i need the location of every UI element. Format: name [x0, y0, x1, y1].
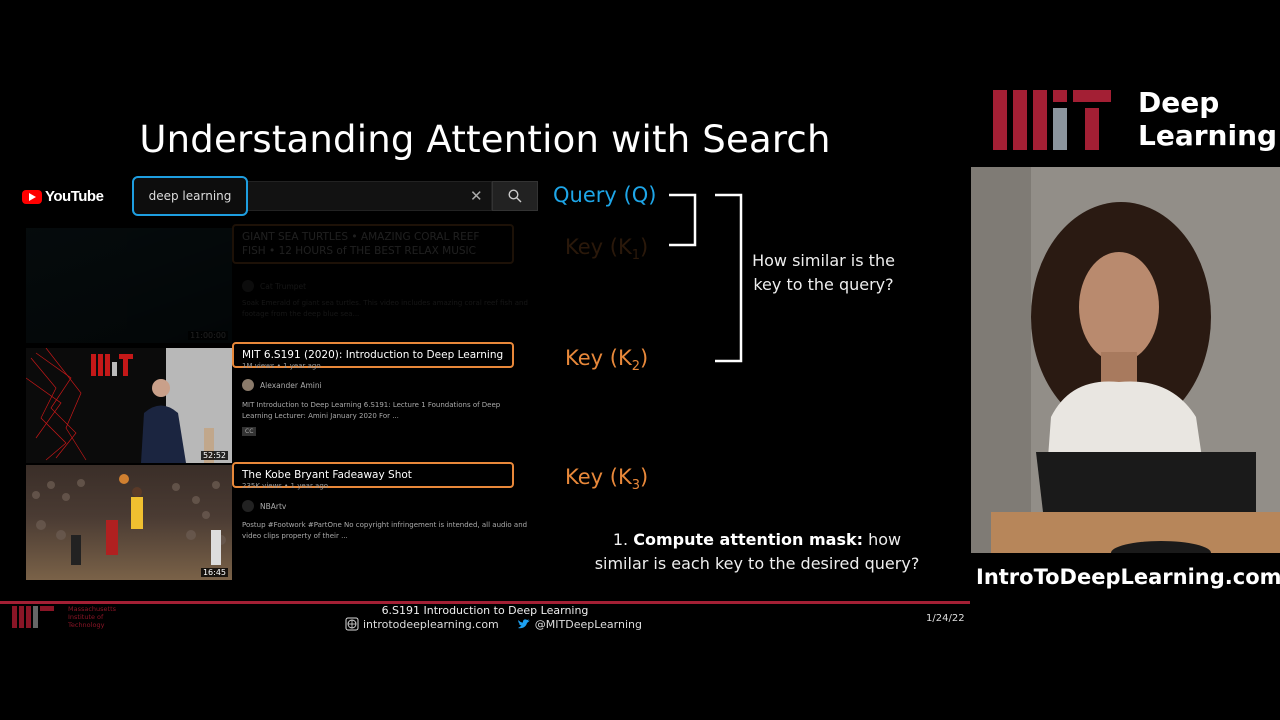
key-label-2-subscript: 2: [631, 359, 640, 375]
twitter-icon: [517, 619, 530, 629]
key-label-3-text: Key (K: [565, 465, 632, 489]
footer-links: introtodeeplearning.com @MITDeepLearning: [345, 617, 642, 631]
avatar: [242, 500, 254, 512]
search-result[interactable]: 16:45 The Kobe Bryant Fadeaway Shot 235K…: [26, 462, 527, 583]
query-label: Query (Q): [553, 183, 657, 207]
key-label-1-text: Key (K: [565, 235, 632, 259]
video-duration: 11:00:00: [188, 331, 228, 340]
site-url[interactable]: IntroToDeepLearning.com: [976, 565, 1280, 589]
channel-label: NBArtv: [260, 501, 287, 511]
compute-number: 1.: [612, 530, 634, 549]
key-label-1: Key (K1): [565, 235, 648, 263]
channel-name[interactable]: Cat Trumpet: [242, 280, 306, 292]
deep-learning-brand: Deep Learning: [1138, 86, 1277, 152]
key-label-1-subscript: 1: [631, 248, 640, 264]
compute-attention-note: 1. Compute attention mask: how similar i…: [592, 528, 922, 576]
channel-name[interactable]: Alexander Amini: [242, 379, 322, 391]
key-label-1-paren: ): [640, 235, 649, 259]
channel-label: Alexander Amini: [260, 380, 322, 390]
brand-line: Deep: [1138, 86, 1220, 119]
key-label-3-subscript: 3: [631, 478, 640, 494]
close-icon[interactable]: ✕: [470, 187, 483, 205]
video-description: Postup #Footwork #PartOne No copyright i…: [242, 521, 528, 540]
lecture-date: 1/24/22: [926, 613, 965, 624]
video-meta: 1M views • 1 year ago: [242, 362, 321, 370]
search-result[interactable]: 11:00:00 GIANT SEA TURTLES • AMAZING COR…: [26, 224, 528, 346]
brand-line: Learning: [1138, 119, 1278, 152]
institute-line: Technology: [68, 621, 105, 629]
youtube-logo[interactable]: YouTube: [22, 188, 104, 205]
slide: Understanding Attention with Search YouT…: [0, 88, 970, 633]
search-result[interactable]: 52:52 MIT 6.S191 (2020): Introduction to…: [26, 342, 526, 466]
video-meta: 235K views • 1 year ago: [242, 482, 329, 490]
key-label-3: Key (K3): [565, 465, 648, 493]
youtube-logo-text: YouTube: [45, 188, 104, 205]
video-thumbnail[interactable]: 11:00:00: [26, 228, 232, 343]
channel-name[interactable]: NBArtv: [242, 500, 286, 512]
bracket-connector: [669, 193, 743, 363]
twitter-handle[interactable]: @MITDeepLearning: [535, 618, 642, 631]
video-thumbnail[interactable]: 16:45: [26, 465, 232, 580]
similarity-note: How similar is the key to the query?: [752, 251, 895, 294]
avatar: [242, 280, 254, 292]
search-input[interactable]: deep learning: [132, 176, 248, 216]
video-duration: 52:52: [200, 451, 228, 460]
video-description: MIT Introduction to Deep Learning 6.S191…: [242, 401, 501, 420]
course-title: 6.S191 Introduction to Deep Learning: [381, 604, 589, 617]
channel-label: Cat Trumpet: [260, 281, 307, 291]
key-label-3-paren: ): [640, 465, 649, 489]
key-label-2-paren: ): [640, 346, 649, 370]
compute-bold: Compute attention mask:: [633, 530, 864, 549]
thumbnail-art: [32, 474, 226, 565]
video-duration: 16:45: [200, 568, 228, 577]
youtube-play-icon: [22, 189, 42, 204]
key-label-2: Key (K2): [565, 346, 648, 374]
avatar: [242, 379, 254, 391]
video-description: Soak Emerald of giant sea turtles. This …: [242, 299, 528, 318]
globe-icon: [345, 617, 359, 631]
search-icon: [508, 189, 522, 203]
speaker-video: [971, 167, 1280, 553]
thumbnail-art: [26, 348, 232, 463]
video-title[interactable]: GIANT SEA TURTLES • AMAZING CORAL REEF F…: [232, 224, 514, 264]
key-label-2-text: Key (K: [565, 346, 632, 370]
website-link[interactable]: introtodeeplearning.com: [363, 618, 499, 631]
search-button[interactable]: [492, 181, 538, 211]
cc-badge: CC: [242, 427, 257, 436]
slide-title: Understanding Attention with Search: [139, 118, 831, 161]
video-thumbnail[interactable]: 52:52: [26, 348, 232, 463]
mit-logo: [993, 90, 1111, 150]
speaker-camera-feed: [971, 167, 1280, 553]
